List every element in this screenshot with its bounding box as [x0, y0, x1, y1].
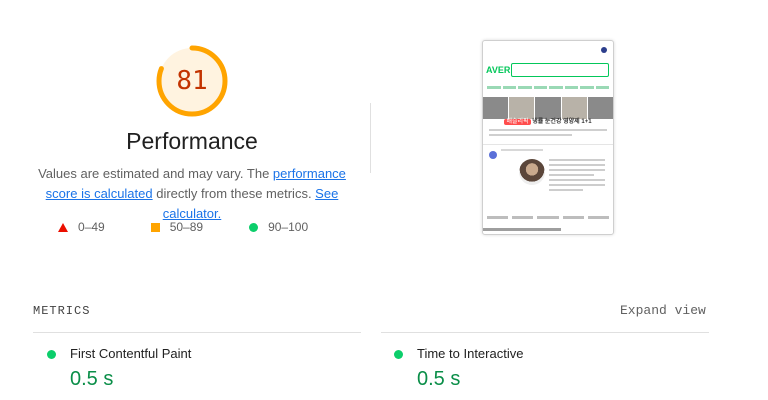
thumb-article-text — [549, 159, 605, 194]
metric-name: Time to Interactive — [417, 346, 524, 361]
legend-pass: 90–100 — [249, 220, 308, 234]
metrics-heading: METRICS — [33, 304, 91, 318]
legend-average: 50–89 — [150, 220, 204, 234]
metric-value: 0.5 s — [417, 368, 461, 390]
metric-value: 0.5 s — [70, 368, 114, 390]
thumb-avatar-icon — [489, 151, 497, 159]
category-title: Performance — [126, 128, 258, 154]
thumb-banner — [483, 45, 613, 55]
triangle-fail-icon — [58, 222, 68, 232]
square-average-icon — [150, 222, 160, 232]
pass-circle-icon — [394, 350, 403, 359]
page-screenshot-thumbnail[interactable]: AVER 배슬리픽 냉률 눈건강 영양제 1+1 — [482, 40, 614, 235]
thumb-bottom-links — [487, 216, 610, 219]
thumb-nav — [487, 84, 609, 92]
thumb-banner-dot-icon — [601, 47, 607, 53]
legend-fail-label: 0–49 — [78, 220, 105, 234]
expand-view-toggle[interactable]: Expand view — [620, 303, 706, 318]
circle-pass-icon — [249, 222, 259, 232]
legend-fail: 0–49 — [58, 220, 105, 234]
thumb-scrollbar — [483, 228, 561, 231]
metrics-divider-left — [33, 332, 361, 333]
vertical-divider — [370, 103, 371, 173]
metrics-divider-right — [381, 332, 709, 333]
thumb-photo-strip — [483, 97, 613, 119]
score-scale-legend: 0–49 50–89 90–100 — [58, 220, 308, 234]
thumb-ad-text: 냉률 눈건강 영양제 1+1 — [532, 119, 592, 125]
legend-pass-label: 90–100 — [268, 220, 309, 234]
thumb-portrait-image — [519, 159, 545, 185]
legend-average-label: 50–89 — [169, 220, 204, 234]
description-prefix: Values are estimated and may vary. The — [38, 166, 273, 181]
thumb-search-box — [511, 63, 609, 77]
performance-score-gauge: 81 — [155, 44, 229, 118]
thumb-text-lines — [489, 129, 607, 139]
thumb-ad-tag: 배슬리픽 — [504, 119, 531, 125]
performance-score-value: 81 — [176, 66, 208, 96]
pass-circle-icon — [47, 350, 56, 359]
description-middle: directly from these metrics. — [152, 186, 316, 201]
thumb-separator — [483, 144, 613, 145]
score-description: Values are estimated and may vary. The p… — [24, 164, 360, 224]
thumb-ad-caption: 배슬리픽 냉률 눈건강 영양제 1+1 — [483, 117, 613, 127]
metric-name: First Contentful Paint — [70, 346, 192, 361]
